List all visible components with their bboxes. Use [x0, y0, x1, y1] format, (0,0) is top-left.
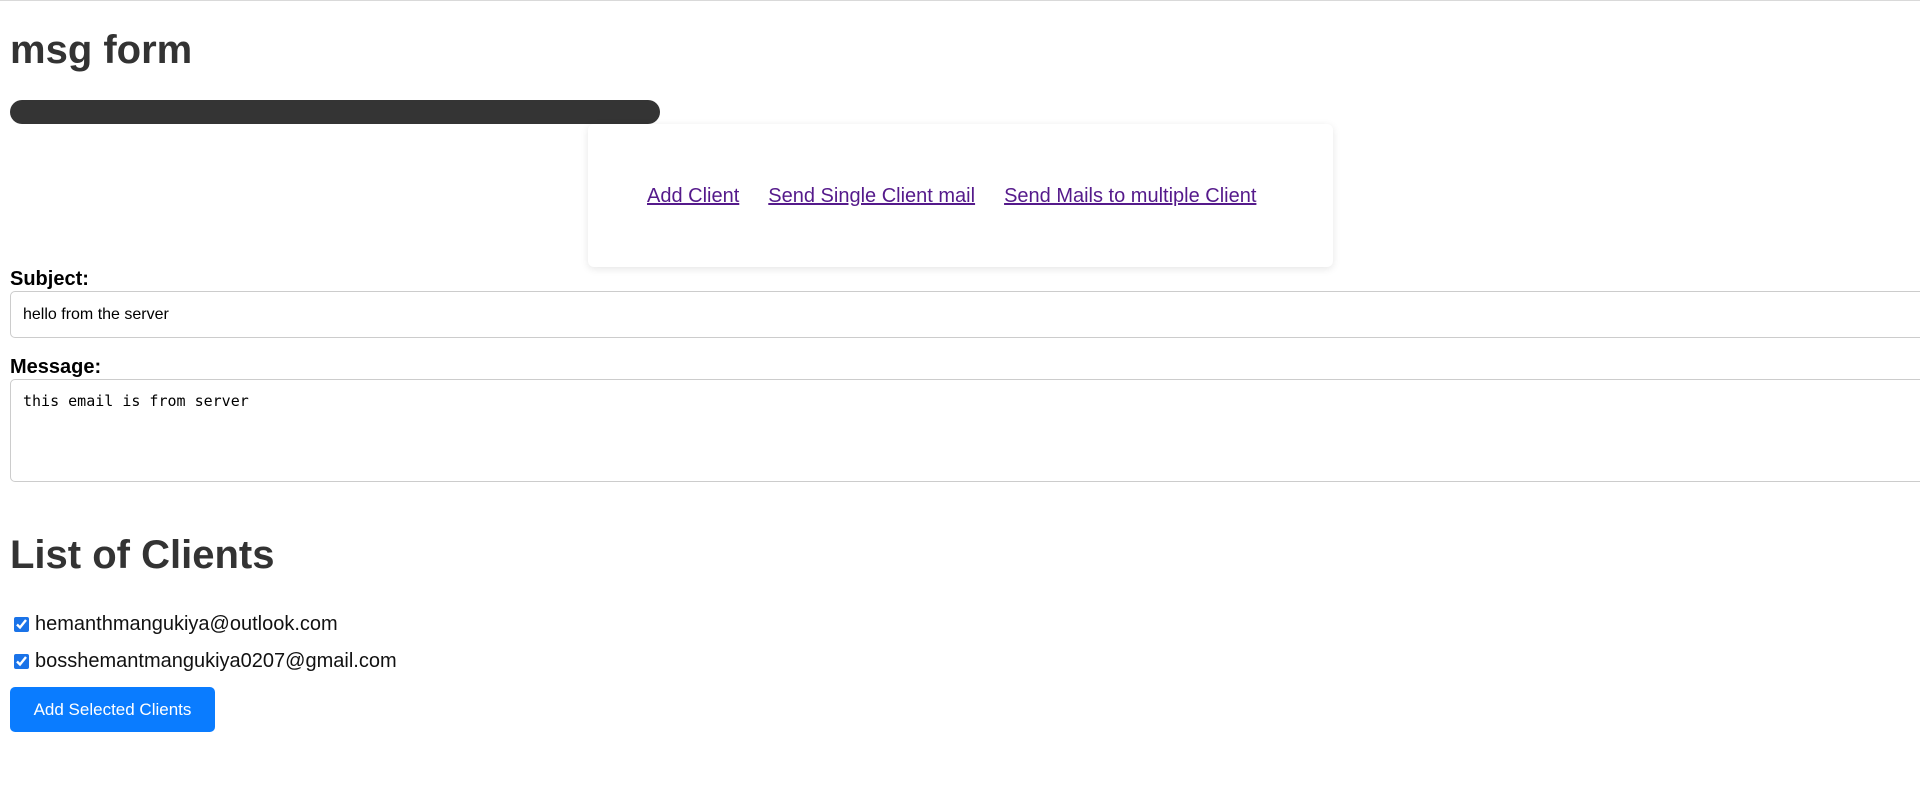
subject-input[interactable]	[10, 291, 1920, 338]
message-label: Message:	[10, 356, 102, 378]
top-divider	[0, 0, 1920, 1]
client-list: hemanthmangukiya@outlook.com bosshemantm…	[14, 606, 397, 680]
client-item: bosshemantmangukiya0207@gmail.com	[14, 643, 397, 680]
nav-link-send-multiple[interactable]: Send Mails to multiple Client	[1004, 183, 1256, 209]
page-title: msg form	[10, 28, 193, 72]
client-checkbox[interactable]	[14, 654, 29, 669]
clients-heading: List of Clients	[10, 533, 275, 577]
subject-label: Subject:	[10, 268, 89, 290]
message-textarea[interactable]: this email is from server	[10, 379, 1920, 482]
nav-links: Add Client Send Single Client mail Send …	[647, 183, 1256, 209]
client-checkbox[interactable]	[14, 617, 29, 632]
add-selected-clients-button[interactable]: Add Selected Clients	[10, 687, 215, 732]
client-email: bosshemantmangukiya0207@gmail.com	[35, 650, 397, 672]
nav-link-send-single[interactable]: Send Single Client mail	[768, 183, 975, 209]
client-email: hemanthmangukiya@outlook.com	[35, 613, 338, 635]
nav-link-add-client[interactable]: Add Client	[647, 183, 739, 209]
header-bar	[10, 100, 660, 124]
client-item: hemanthmangukiya@outlook.com	[14, 606, 397, 643]
